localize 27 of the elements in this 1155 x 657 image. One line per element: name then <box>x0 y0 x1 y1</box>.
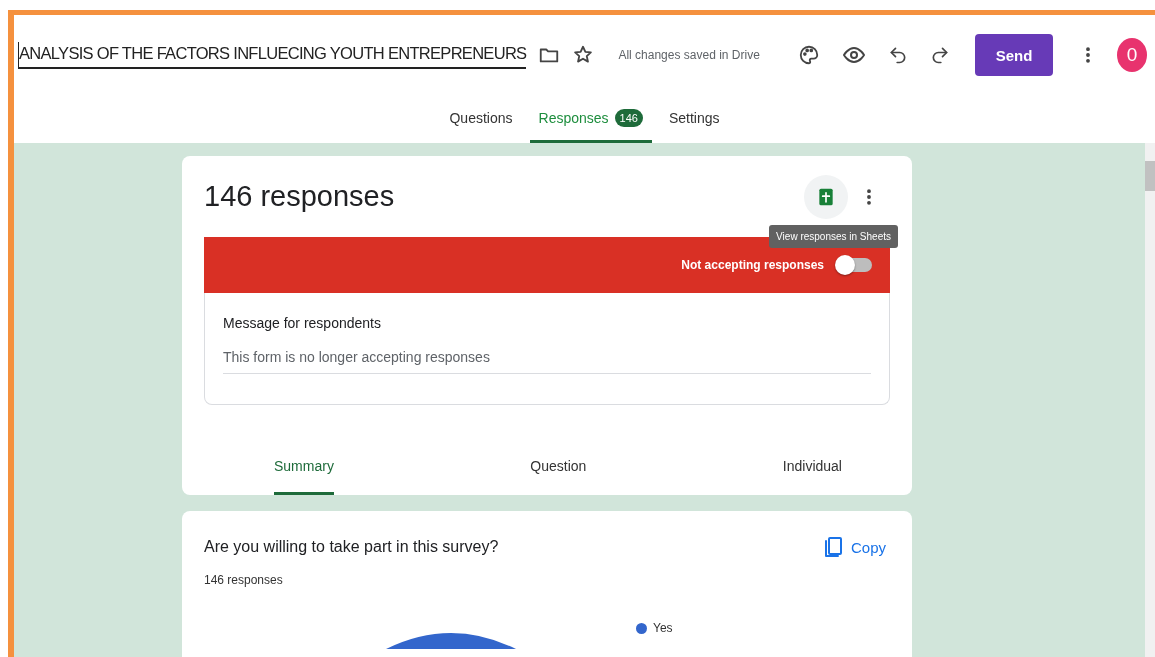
view-tab[interactable]: Question <box>530 458 587 495</box>
message-field[interactable]: This form is no longer accepting responses <box>223 331 871 374</box>
banner-label: Not accepting responses <box>681 258 824 272</box>
tab[interactable]: Questions <box>440 95 522 143</box>
undo-icon[interactable] <box>888 45 908 65</box>
send-button[interactable]: Send <box>975 34 1053 76</box>
view-tab[interactable]: Summary <box>274 458 334 495</box>
message-label: Message for respondents <box>223 315 382 331</box>
response-count: 146 responses <box>204 573 284 587</box>
scrollbar[interactable] <box>1145 143 1155 657</box>
palette-icon[interactable] <box>798 44 820 66</box>
response-count: 146 responses <box>204 180 395 213</box>
question-text: Are you willing to take part in this survey? <box>204 538 499 556</box>
form-title-field[interactable]: ANALYSIS OF THE FACTORS INFLUECING YOUTH ENTREPRENEURS <box>18 41 527 69</box>
legend-label: Yes <box>653 621 673 635</box>
view-tab[interactable]: Individual <box>782 458 842 495</box>
count-badge: 146 <box>614 108 643 127</box>
avatar[interactable]: 0 <box>1117 38 1147 72</box>
copy-button[interactable]: Copy <box>820 535 886 559</box>
scrollbar-thumb[interactable] <box>1145 161 1155 191</box>
tooltip: View responses in Sheets <box>769 225 898 248</box>
redo-icon[interactable] <box>930 45 950 65</box>
toggle-switch[interactable] <box>838 258 872 272</box>
save-status: All changes saved in Drive <box>618 48 760 62</box>
spreadsheet-icon <box>816 186 836 207</box>
sheets-button[interactable] <box>804 174 848 219</box>
tab[interactable]: Settings <box>659 95 729 143</box>
